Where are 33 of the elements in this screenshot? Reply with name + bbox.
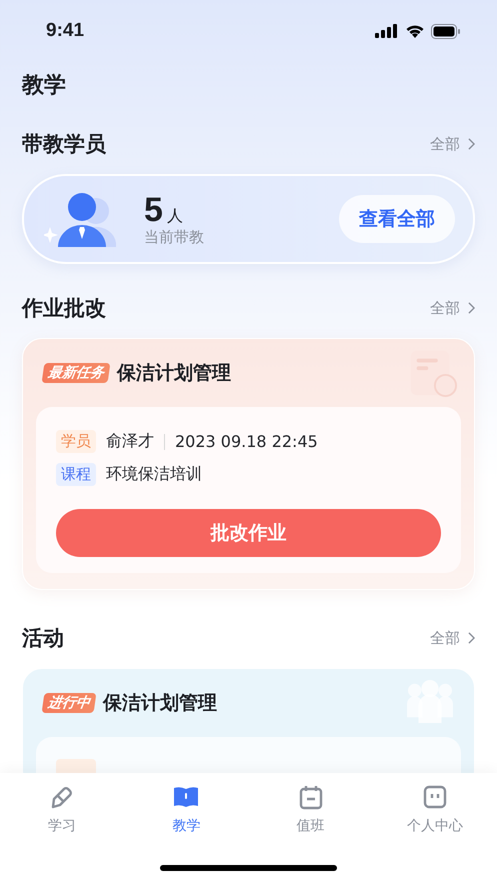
battery-icon: [431, 24, 461, 38]
section-title: 活动: [22, 625, 64, 652]
submit-time: 2023 09.18 22:45: [175, 432, 318, 451]
tab-bar-item[interactable]: 值班: [248, 773, 373, 835]
section-title: 带教学员: [22, 131, 106, 158]
chevron-right-icon: [468, 632, 475, 644]
field-value: 俞泽才: [106, 431, 154, 452]
chevron-right-icon: [468, 138, 475, 150]
grade-homework-button[interactable]: 批改作业: [56, 509, 441, 557]
task-title: 保洁计划管理: [117, 361, 231, 386]
tag-background: [56, 759, 96, 773]
view-all-link[interactable]: 全部: [430, 298, 475, 318]
activity-title: 保洁计划管理: [103, 691, 217, 716]
tab-bar-item[interactable]: 学习: [0, 773, 124, 835]
mentee-count: 5: [144, 190, 163, 228]
status-time: 9:41: [46, 20, 84, 42]
field-label: 课程: [56, 463, 96, 486]
view-all-link[interactable]: 全部: [430, 134, 475, 154]
view-all-link[interactable]: 全部: [430, 628, 475, 648]
field-value: 环境保洁培训: [106, 464, 202, 485]
status-tag: 进行中: [42, 693, 96, 713]
signal-icon: [375, 24, 399, 38]
section-title: 作业批改: [22, 295, 106, 322]
field-label: 学员: [56, 430, 96, 453]
wifi-icon: [405, 24, 425, 38]
tab-bar-item[interactable]: 教学: [124, 773, 248, 835]
page-title: 教学: [22, 72, 67, 100]
view-all-button[interactable]: 查看全部: [339, 195, 455, 243]
task-tag: 最新任务: [42, 363, 110, 383]
chevron-right-icon: [468, 302, 475, 314]
count-caption: 当前带教: [144, 228, 205, 246]
tab-bar-item[interactable]: 个人中心: [372, 773, 497, 835]
count-unit: 人: [166, 206, 183, 224]
